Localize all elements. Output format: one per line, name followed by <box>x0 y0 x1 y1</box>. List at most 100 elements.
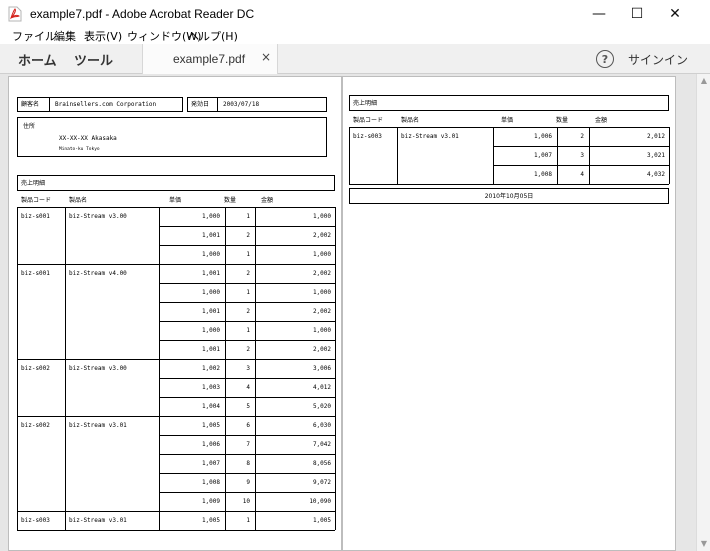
amount-cell: 1,000 <box>312 213 331 220</box>
header-quantity-2: 数量 <box>556 117 569 124</box>
group-divider <box>349 184 669 185</box>
pdf-page-2: 売上明細 製品コード 製品名 単価 数量 金額 biz-s003 biz-Stre… <box>342 76 676 551</box>
amount-cell: 10,090 <box>309 498 331 505</box>
amount-cell: 4,032 <box>646 171 665 178</box>
help-icon[interactable]: ? <box>596 50 614 68</box>
quantity-cell: 2 <box>580 133 584 140</box>
product-code-cell: biz-s002 <box>21 422 50 429</box>
amount-cell: 6,030 <box>312 422 331 429</box>
document-tab[interactable]: example7.pdf × <box>142 44 278 74</box>
product-name-cell: biz-Stream v3.01 <box>69 422 127 429</box>
amount-cell: 5,020 <box>312 403 331 410</box>
quantity-cell: 1 <box>246 327 250 334</box>
header-product-code-2: 製品コード <box>353 117 384 124</box>
amount-cell: 1,000 <box>312 289 331 296</box>
close-tab-icon[interactable]: × <box>261 50 271 64</box>
toolbar: ホーム ツール example7.pdf × ? サインイン <box>0 44 710 74</box>
column-divider <box>65 416 66 511</box>
minimize-button[interactable]: — <box>580 0 618 28</box>
quantity-cell: 9 <box>246 479 250 486</box>
row-divider <box>159 435 335 436</box>
customer-divider <box>49 97 50 112</box>
quantity-cell: 10 <box>242 498 250 505</box>
home-tab[interactable]: ホーム <box>18 50 57 69</box>
maximize-button[interactable]: ☐ <box>618 0 656 28</box>
column-divider <box>65 511 66 530</box>
address-label: 住所 <box>23 123 36 130</box>
window-title: example7.pdf - Adobe Acrobat Reader DC <box>30 7 255 21</box>
close-window-button[interactable]: ✕ <box>656 0 694 28</box>
amount-cell: 8,056 <box>312 460 331 467</box>
unit-price-cell: 1,006 <box>533 133 552 140</box>
row-divider <box>159 321 335 322</box>
unit-price-cell: 1,001 <box>201 270 220 277</box>
column-divider <box>65 207 66 264</box>
amount-cell: 4,012 <box>312 384 331 391</box>
row-divider <box>159 454 335 455</box>
column-divider <box>65 264 66 359</box>
amount-cell: 1,005 <box>312 517 331 524</box>
product-code-cell: biz-s002 <box>21 365 50 372</box>
column-divider <box>397 127 398 184</box>
unit-price-cell: 1,000 <box>201 251 220 258</box>
sales-detail-title-box-2 <box>349 95 669 111</box>
document-viewport[interactable]: 顧客名 Brainsellers.com Corporation 発効日 200… <box>0 74 696 551</box>
scroll-down-arrow-icon[interactable]: ▼ <box>698 539 710 549</box>
address-line-2: Minato-ku Tokyo <box>59 147 100 152</box>
unit-price-cell: 1,004 <box>201 403 220 410</box>
unit-price-cell: 1,006 <box>201 441 220 448</box>
footer-date: 2010年10月05日 <box>484 193 534 200</box>
product-name-cell: biz-Stream v3.01 <box>401 133 459 140</box>
tools-tab[interactable]: ツール <box>74 50 113 69</box>
table-right-border <box>669 127 670 184</box>
unit-price-cell: 1,000 <box>201 327 220 334</box>
row-divider <box>159 492 335 493</box>
quantity-cell: 4 <box>246 384 250 391</box>
group-divider <box>17 530 335 531</box>
menu-file[interactable]: ファイル <box>12 28 56 44</box>
customer-value: Brainsellers.com Corporation <box>55 101 157 108</box>
menu-bar: ファイル 編集 表示(V) ウィンドウ(W) ヘルプ(H) <box>0 26 710 44</box>
header-amount: 金額 <box>261 197 274 204</box>
unit-price-cell: 1,002 <box>201 365 220 372</box>
product-code-cell: biz-s003 <box>21 517 50 524</box>
unit-price-cell: 1,001 <box>201 346 220 353</box>
sign-in-button[interactable]: サインイン <box>628 51 688 68</box>
date-label: 発効日 <box>191 101 210 108</box>
unit-price-cell: 1,009 <box>201 498 220 505</box>
scroll-up-arrow-icon[interactable]: ▲ <box>698 76 710 86</box>
unit-price-cell: 1,000 <box>201 289 220 296</box>
quantity-cell: 2 <box>246 308 250 315</box>
menu-edit[interactable]: 編集 <box>54 28 76 44</box>
vertical-scrollbar[interactable]: ▲ ▼ <box>696 74 710 551</box>
pdf-page-1: 顧客名 Brainsellers.com Corporation 発効日 200… <box>8 76 342 551</box>
row-divider <box>159 397 335 398</box>
row-divider <box>159 302 335 303</box>
quantity-cell: 1 <box>246 213 250 220</box>
table-left-border <box>349 127 350 184</box>
sales-detail-title-box <box>17 175 335 191</box>
header-product-name-2: 製品名 <box>401 117 420 124</box>
product-code-cell: biz-s003 <box>353 133 382 140</box>
quantity-cell: 3 <box>246 365 250 372</box>
amount-cell: 1,000 <box>312 327 331 334</box>
unit-price-cell: 1,007 <box>201 460 220 467</box>
sales-detail-title-2: 売上明細 <box>353 100 378 107</box>
row-divider <box>159 473 335 474</box>
amount-cell: 2,002 <box>312 232 331 239</box>
amount-cell: 2,002 <box>312 270 331 277</box>
table-right-border <box>335 207 336 530</box>
menu-view[interactable]: 表示(V) <box>84 28 122 44</box>
date-divider <box>217 97 218 112</box>
unit-price-cell: 1,008 <box>201 479 220 486</box>
unit-price-cell: 1,000 <box>201 213 220 220</box>
row-divider <box>493 165 669 166</box>
header-amount-2: 金額 <box>595 117 608 124</box>
unit-price-cell: 1,005 <box>201 422 220 429</box>
quantity-cell: 8 <box>246 460 250 467</box>
address-line-1: XX-XX-XX Akasaka <box>59 135 117 142</box>
product-name-cell: biz-Stream v4.00 <box>69 270 127 277</box>
product-code-cell: biz-s001 <box>21 213 50 220</box>
unit-price-cell: 1,005 <box>201 517 220 524</box>
menu-help[interactable]: ヘルプ(H) <box>188 28 238 44</box>
